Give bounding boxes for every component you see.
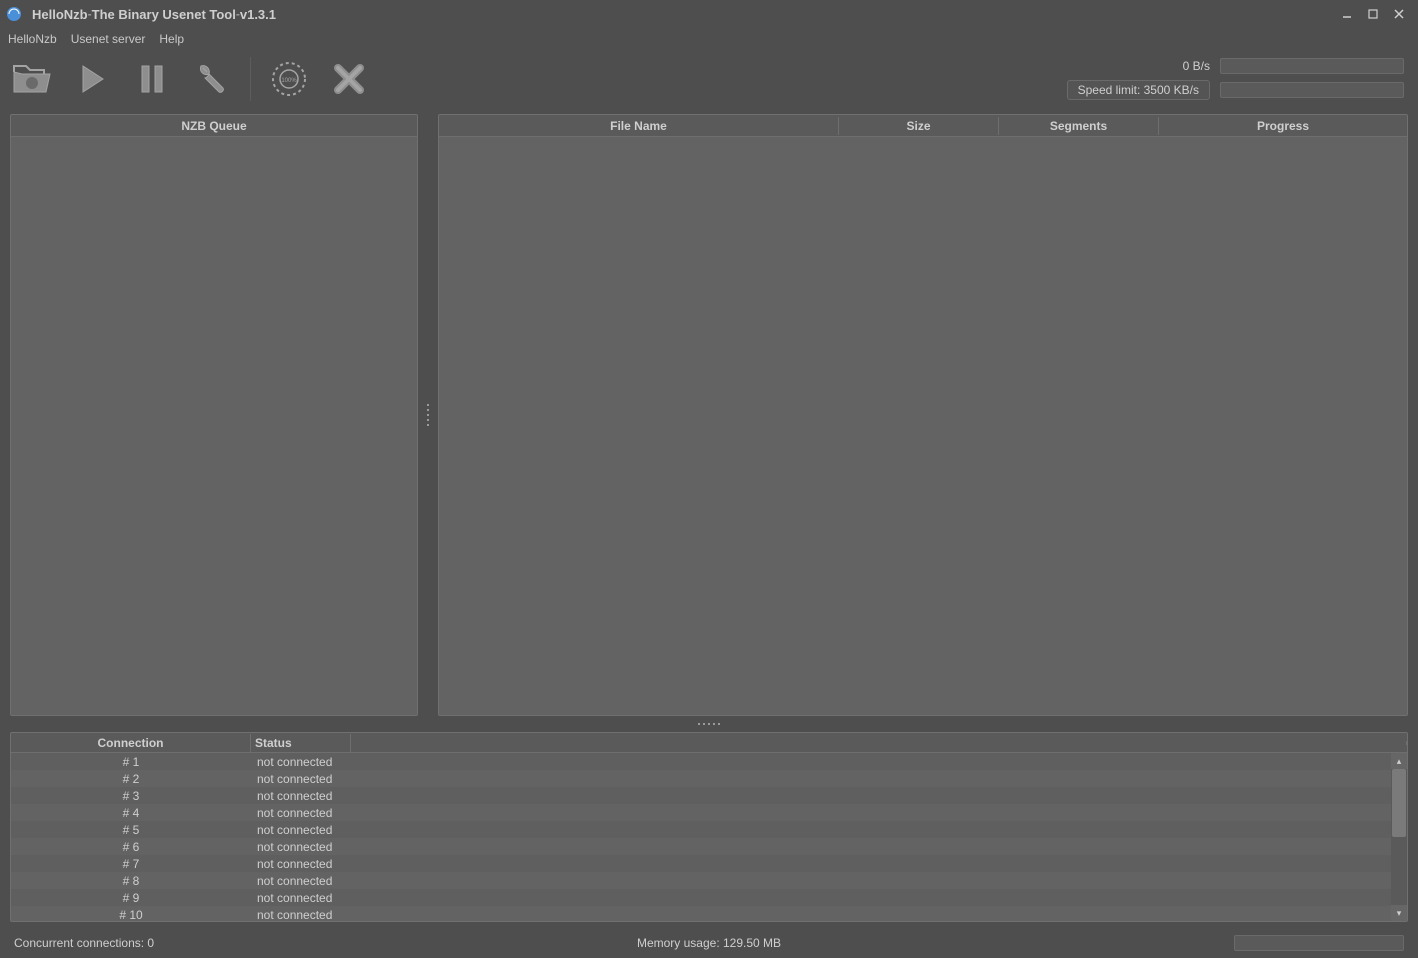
settings-wrench-button[interactable] [190,57,234,101]
connection-status: not connected [251,857,451,871]
scroll-up-button[interactable]: ▴ [1391,753,1407,769]
file-list-panel: File Name Size Segments Progress [438,114,1408,716]
horizontal-splitter[interactable] [10,720,1408,728]
scroll-down-button[interactable]: ▾ [1391,905,1407,921]
menu-hellonzb[interactable]: HelloNzb [8,32,57,46]
svg-text:100%: 100% [281,78,297,84]
connection-status: not connected [251,840,451,854]
speed-label: 0 B/s [1183,59,1210,73]
status-header[interactable]: Status [251,734,351,752]
toolbar-right: 0 B/s Speed limit: 3500 KB/s [1067,58,1408,100]
title-app: HelloNzb [32,7,88,22]
nzb-queue-header[interactable]: NZB Queue [11,117,417,135]
cancel-x-button[interactable] [327,57,371,101]
maximize-button[interactable] [1360,4,1386,24]
pause-button[interactable] [130,57,174,101]
connection-status: not connected [251,823,451,837]
connection-row[interactable]: # 9not connected [11,889,1391,906]
connection-status: not connected [251,772,451,786]
connection-status: not connected [251,806,451,820]
connection-row[interactable]: # 4not connected [11,804,1391,821]
nzb-queue-panel: NZB Queue [10,114,418,716]
menubar: HelloNzb Usenet server Help [0,28,1418,50]
play-button[interactable] [70,57,114,101]
status-progress-bar [1234,935,1404,951]
connections-scrollbar[interactable]: ▴ ▾ [1391,753,1407,921]
connection-row[interactable]: # 2not connected [11,770,1391,787]
connection-row[interactable]: # 7not connected [11,855,1391,872]
connection-id: # 5 [11,823,251,837]
connection-id: # 2 [11,772,251,786]
app-icon [6,6,22,22]
toolbar-separator [250,57,251,101]
title-ver: v1.3.1 [240,7,276,22]
connections-panel: Connection Status # 1not connected# 2not… [10,732,1408,922]
menu-usenet-server[interactable]: Usenet server [71,32,146,46]
title-sub: The Binary Usenet Tool [92,7,236,22]
status-memory: Memory usage: 129.50 MB [637,936,781,950]
size-header[interactable]: Size [839,117,999,135]
connection-status: not connected [251,755,451,769]
titlebar: HelloNzb - The Binary Usenet Tool - v1.3… [0,0,1418,28]
statusbar: Concurrent connections: 0 Memory usage: … [0,928,1418,958]
connection-id: # 9 [11,891,251,905]
progress-header[interactable]: Progress [1159,117,1407,135]
main-area: NZB Queue File Name Size Segments Progre… [0,108,1418,928]
speed-gauge-button[interactable]: 100% [267,57,311,101]
connection-row[interactable]: # 10not connected [11,906,1391,921]
segments-header[interactable]: Segments [999,117,1159,135]
connections-list[interactable]: # 1not connected# 2not connected# 3not c… [11,753,1391,921]
close-button[interactable] [1386,4,1412,24]
status-connections: Concurrent connections: 0 [14,936,154,950]
connection-id: # 4 [11,806,251,820]
connection-row[interactable]: # 5not connected [11,821,1391,838]
connection-status: not connected [251,874,451,888]
connection-row[interactable]: # 8not connected [11,872,1391,889]
connection-row[interactable]: # 6not connected [11,838,1391,855]
menu-help[interactable]: Help [159,32,184,46]
connection-id: # 3 [11,789,251,803]
connection-status: not connected [251,891,451,905]
connection-id: # 8 [11,874,251,888]
open-folder-button[interactable] [10,57,54,101]
vertical-splitter[interactable] [424,114,432,716]
connection-row[interactable]: # 3not connected [11,787,1391,804]
connection-id: # 7 [11,857,251,871]
scroll-thumb[interactable] [1392,769,1406,837]
connection-row[interactable]: # 1not connected [11,753,1391,770]
connection-status: not connected [251,789,451,803]
connection-id: # 10 [11,908,251,922]
speed-progress-bar [1220,58,1404,74]
connection-id: # 6 [11,840,251,854]
scroll-track[interactable] [1391,769,1407,905]
connection-header[interactable]: Connection [11,734,251,752]
speed-limit-button[interactable]: Speed limit: 3500 KB/s [1067,80,1210,100]
file-name-header[interactable]: File Name [439,117,839,135]
toolbar: 100% 0 B/s Speed limit: 3500 KB/s [0,50,1418,108]
file-list-body[interactable] [439,137,1407,715]
minimize-button[interactable] [1334,4,1360,24]
connection-status: not connected [251,908,451,922]
connection-id: # 1 [11,755,251,769]
nzb-queue-body[interactable] [11,137,417,715]
overall-progress-bar [1220,82,1404,98]
